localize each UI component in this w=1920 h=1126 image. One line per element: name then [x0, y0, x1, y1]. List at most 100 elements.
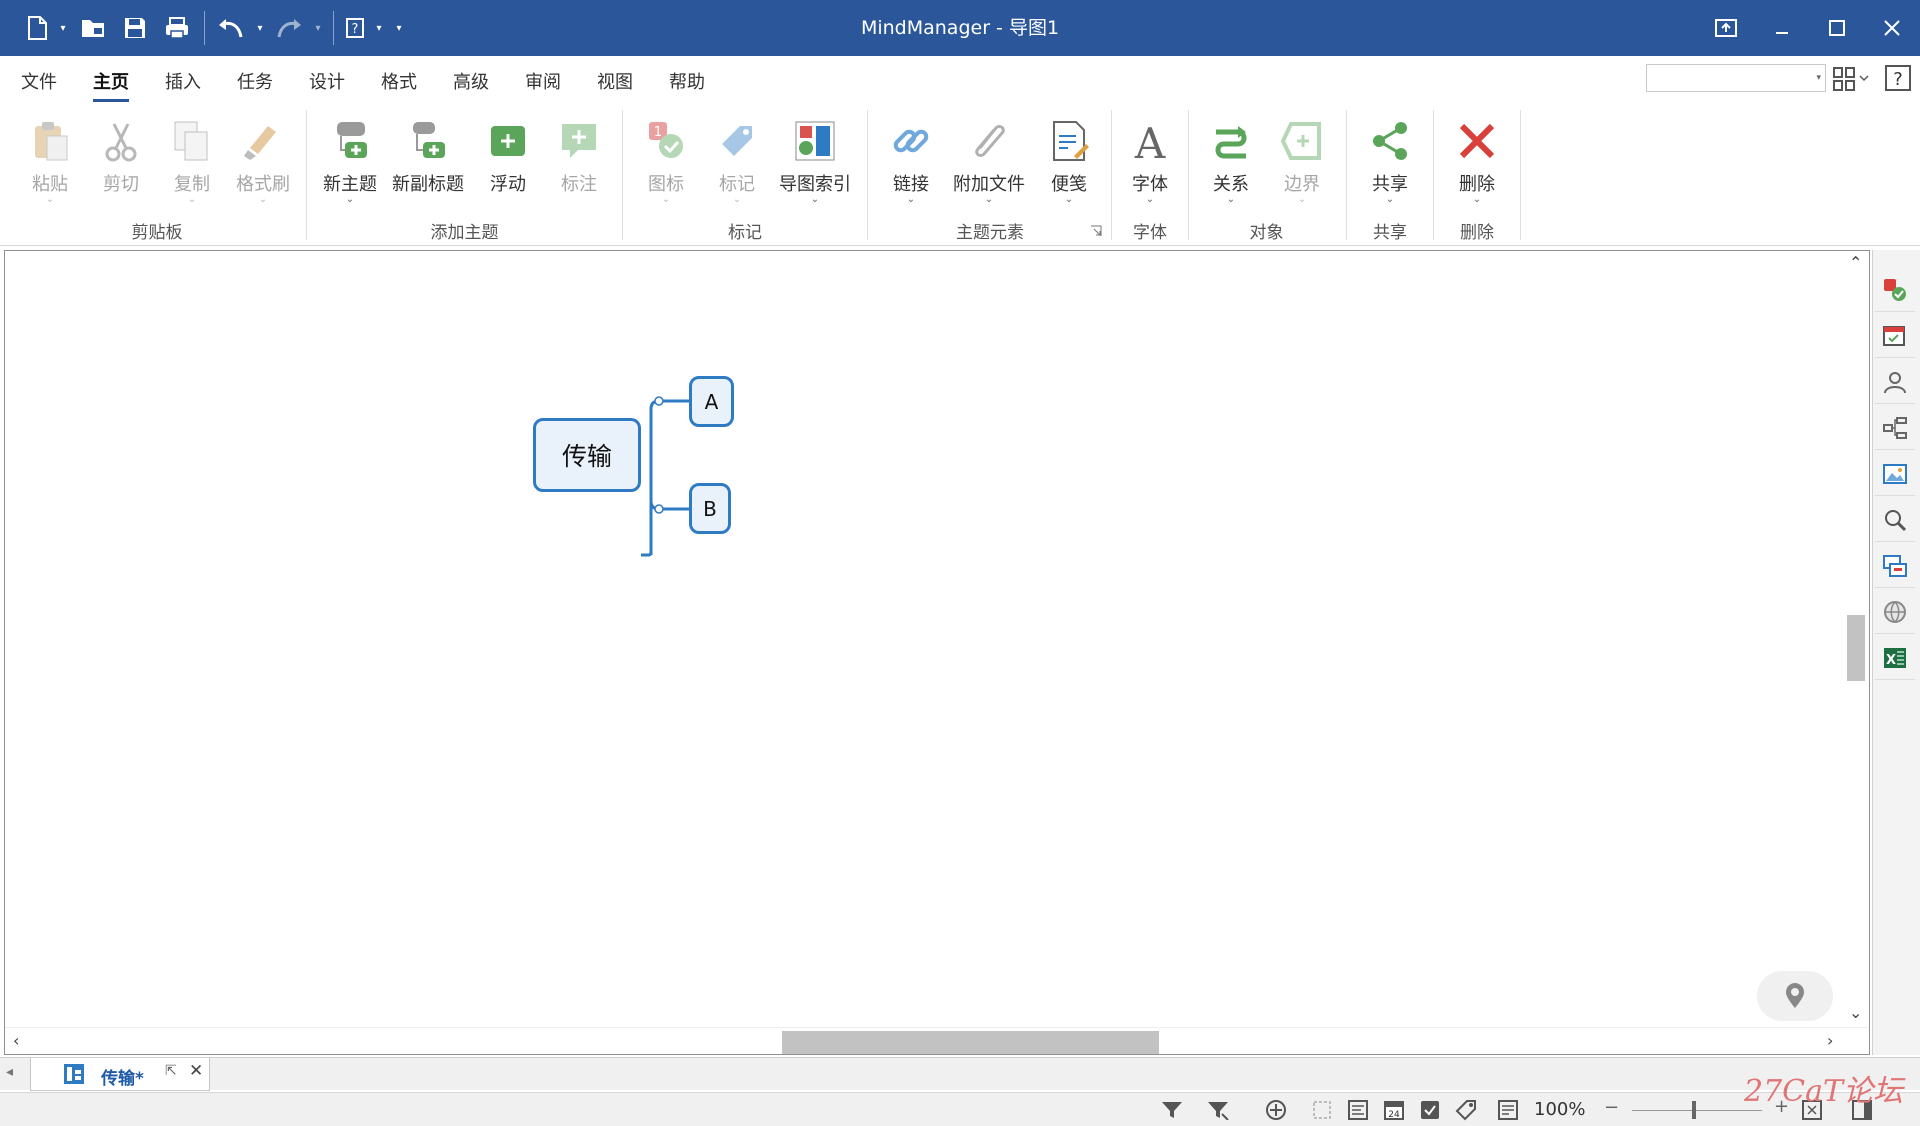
link-button[interactable]: 链接 ⌄: [873, 112, 949, 212]
tab-task[interactable]: 任务: [237, 68, 273, 98]
tab-home[interactable]: 主页: [93, 68, 129, 102]
icons-marker-button[interactable]: 1 图标 ⌄: [628, 112, 704, 212]
format-painter-button[interactable]: 格式刷 ⌄: [225, 112, 301, 212]
callout-icon: [562, 124, 596, 158]
task-view-icon[interactable]: [1418, 1099, 1442, 1121]
filter-options-icon[interactable]: [1206, 1099, 1230, 1121]
tab-file[interactable]: 文件: [21, 68, 57, 98]
image-library-icon[interactable]: [1875, 452, 1915, 496]
horizontal-scrollbar[interactable]: ‹ ›: [5, 1027, 1869, 1054]
document-tab[interactable]: 传输* ⇱ ✕: [30, 1058, 210, 1091]
notes-button[interactable]: 便笺 ⌄: [1031, 112, 1107, 212]
tab-format[interactable]: 格式: [381, 68, 417, 98]
tab-design[interactable]: 设计: [309, 68, 345, 98]
tab-insert[interactable]: 插入: [165, 68, 201, 98]
paste-button[interactable]: 粘贴 ⌄: [12, 112, 88, 212]
web-icon[interactable]: [1875, 590, 1915, 634]
resources-icon[interactable]: [1875, 360, 1915, 404]
undo-icon[interactable]: [213, 8, 249, 48]
print-icon[interactable]: [158, 8, 196, 48]
scroll-right-icon[interactable]: ›: [1827, 1031, 1833, 1050]
map-canvas[interactable]: 传输 A B ⌃ ⌄ ‹ ›: [4, 250, 1870, 1055]
cut-icon: [105, 123, 137, 162]
calendar-icon[interactable]: [1875, 314, 1915, 358]
schedule-view-icon[interactable]: 24: [1382, 1099, 1406, 1121]
collapse-handle[interactable]: [654, 396, 664, 406]
scroll-down-icon[interactable]: ⌄: [1849, 1003, 1862, 1022]
map-index-button[interactable]: 导图索引 ⌄: [777, 112, 853, 212]
open-folder-icon[interactable]: [74, 8, 112, 48]
zoom-slider-thumb[interactable]: [1692, 1101, 1696, 1119]
customize-quick-access-icon[interactable]: ▾: [390, 8, 408, 48]
task-info-icon[interactable]: [1875, 268, 1915, 312]
tab-help[interactable]: 帮助: [669, 68, 705, 98]
presentation-view-icon[interactable]: [1496, 1099, 1520, 1121]
floating-topic-button[interactable]: 浮动: [470, 112, 546, 212]
scroll-up-icon[interactable]: ⌃: [1849, 253, 1862, 272]
chevron-down-icon[interactable]: ▾: [253, 8, 267, 48]
new-subtopic-button[interactable]: 新副标题: [390, 112, 466, 212]
close-icon[interactable]: [1864, 0, 1920, 56]
help-icon[interactable]: ?: [1884, 64, 1912, 92]
zoom-out-button[interactable]: −: [1604, 1097, 1619, 1118]
outline-view-icon[interactable]: [1346, 1099, 1370, 1121]
attachment-button[interactable]: 附加文件 ⌄: [951, 112, 1027, 212]
layout-options-icon[interactable]: [1832, 66, 1872, 92]
redo-icon[interactable]: [271, 8, 307, 48]
chevron-down-icon[interactable]: ▾: [372, 8, 386, 48]
zoom-slider-track[interactable]: [1632, 1110, 1762, 1111]
add-target-icon[interactable]: [1264, 1099, 1288, 1121]
group-label-topic-elements: 主题元素: [956, 223, 1024, 243]
link-panel-icon[interactable]: [1875, 544, 1915, 588]
help-icon[interactable]: ?: [342, 8, 368, 48]
dialog-launcher-icon[interactable]: [1090, 222, 1102, 236]
svg-text:1: 1: [654, 125, 662, 140]
central-topic[interactable]: 传输: [533, 418, 641, 492]
vertical-scrollbar[interactable]: ⌃ ⌄: [1843, 251, 1869, 1029]
new-document-icon[interactable]: [22, 8, 52, 48]
subtopic-a[interactable]: A: [689, 376, 734, 427]
tab-scroll-left-icon[interactable]: ◂: [6, 1064, 13, 1080]
maximize-icon[interactable]: [1809, 0, 1865, 56]
map-parts-icon[interactable]: [1875, 406, 1915, 450]
tab-advanced[interactable]: 高级: [453, 68, 489, 98]
tag-button[interactable]: 标记 ⌄: [699, 112, 775, 212]
subtopic-b[interactable]: B: [689, 483, 731, 534]
map-location-button[interactable]: [1757, 971, 1833, 1021]
save-icon[interactable]: [116, 8, 154, 48]
search-input[interactable]: ▾: [1646, 64, 1826, 92]
svg-text:A: A: [1134, 119, 1166, 164]
delete-button[interactable]: 删除 ⌄: [1439, 112, 1515, 212]
relationship-button[interactable]: 关系 ⌄: [1193, 112, 1269, 212]
group-label-markers: 标记: [728, 223, 762, 243]
scroll-left-icon[interactable]: ‹: [13, 1031, 19, 1050]
zoom-level[interactable]: 100%: [1534, 1099, 1585, 1120]
collapse-handle[interactable]: [654, 504, 664, 514]
minimize-icon[interactable]: [1754, 0, 1810, 56]
font-button[interactable]: A 字体 ⌄: [1112, 112, 1188, 212]
svg-text:?: ?: [352, 22, 359, 37]
map-area[interactable]: 传输 A B: [5, 251, 1845, 1029]
chevron-down-icon[interactable]: ▾: [311, 8, 325, 48]
horizontal-scroll-thumb[interactable]: [782, 1031, 1159, 1054]
tab-review[interactable]: 审阅: [525, 68, 561, 98]
boundary-button[interactable]: 边界 ⌄: [1264, 112, 1340, 212]
callout-button[interactable]: 标注: [541, 112, 617, 212]
vertical-scroll-thumb[interactable]: [1847, 615, 1865, 681]
restore-ribbon-icon[interactable]: [1698, 0, 1754, 56]
share-button[interactable]: 共享 ⌄: [1352, 112, 1428, 212]
fit-map-icon[interactable]: [1310, 1099, 1334, 1121]
chevron-down-icon[interactable]: ▾: [56, 8, 70, 48]
float-window-icon[interactable]: ⇱: [165, 1063, 177, 1079]
search-panel-icon[interactable]: [1875, 498, 1915, 542]
group-label-font: 字体: [1133, 223, 1167, 243]
tab-view[interactable]: 视图: [597, 68, 633, 98]
tag-view-icon[interactable]: [1454, 1099, 1478, 1121]
filter-icon[interactable]: [1160, 1099, 1184, 1121]
chevron-down-icon: ⌄: [732, 194, 742, 205]
excel-icon[interactable]: X: [1875, 636, 1915, 680]
copy-button[interactable]: 复制 ⌄: [154, 112, 230, 212]
close-tab-icon[interactable]: ✕: [189, 1061, 203, 1081]
new-topic-button[interactable]: 新主题 ⌄: [312, 112, 388, 212]
cut-button[interactable]: 剪切: [83, 112, 159, 212]
